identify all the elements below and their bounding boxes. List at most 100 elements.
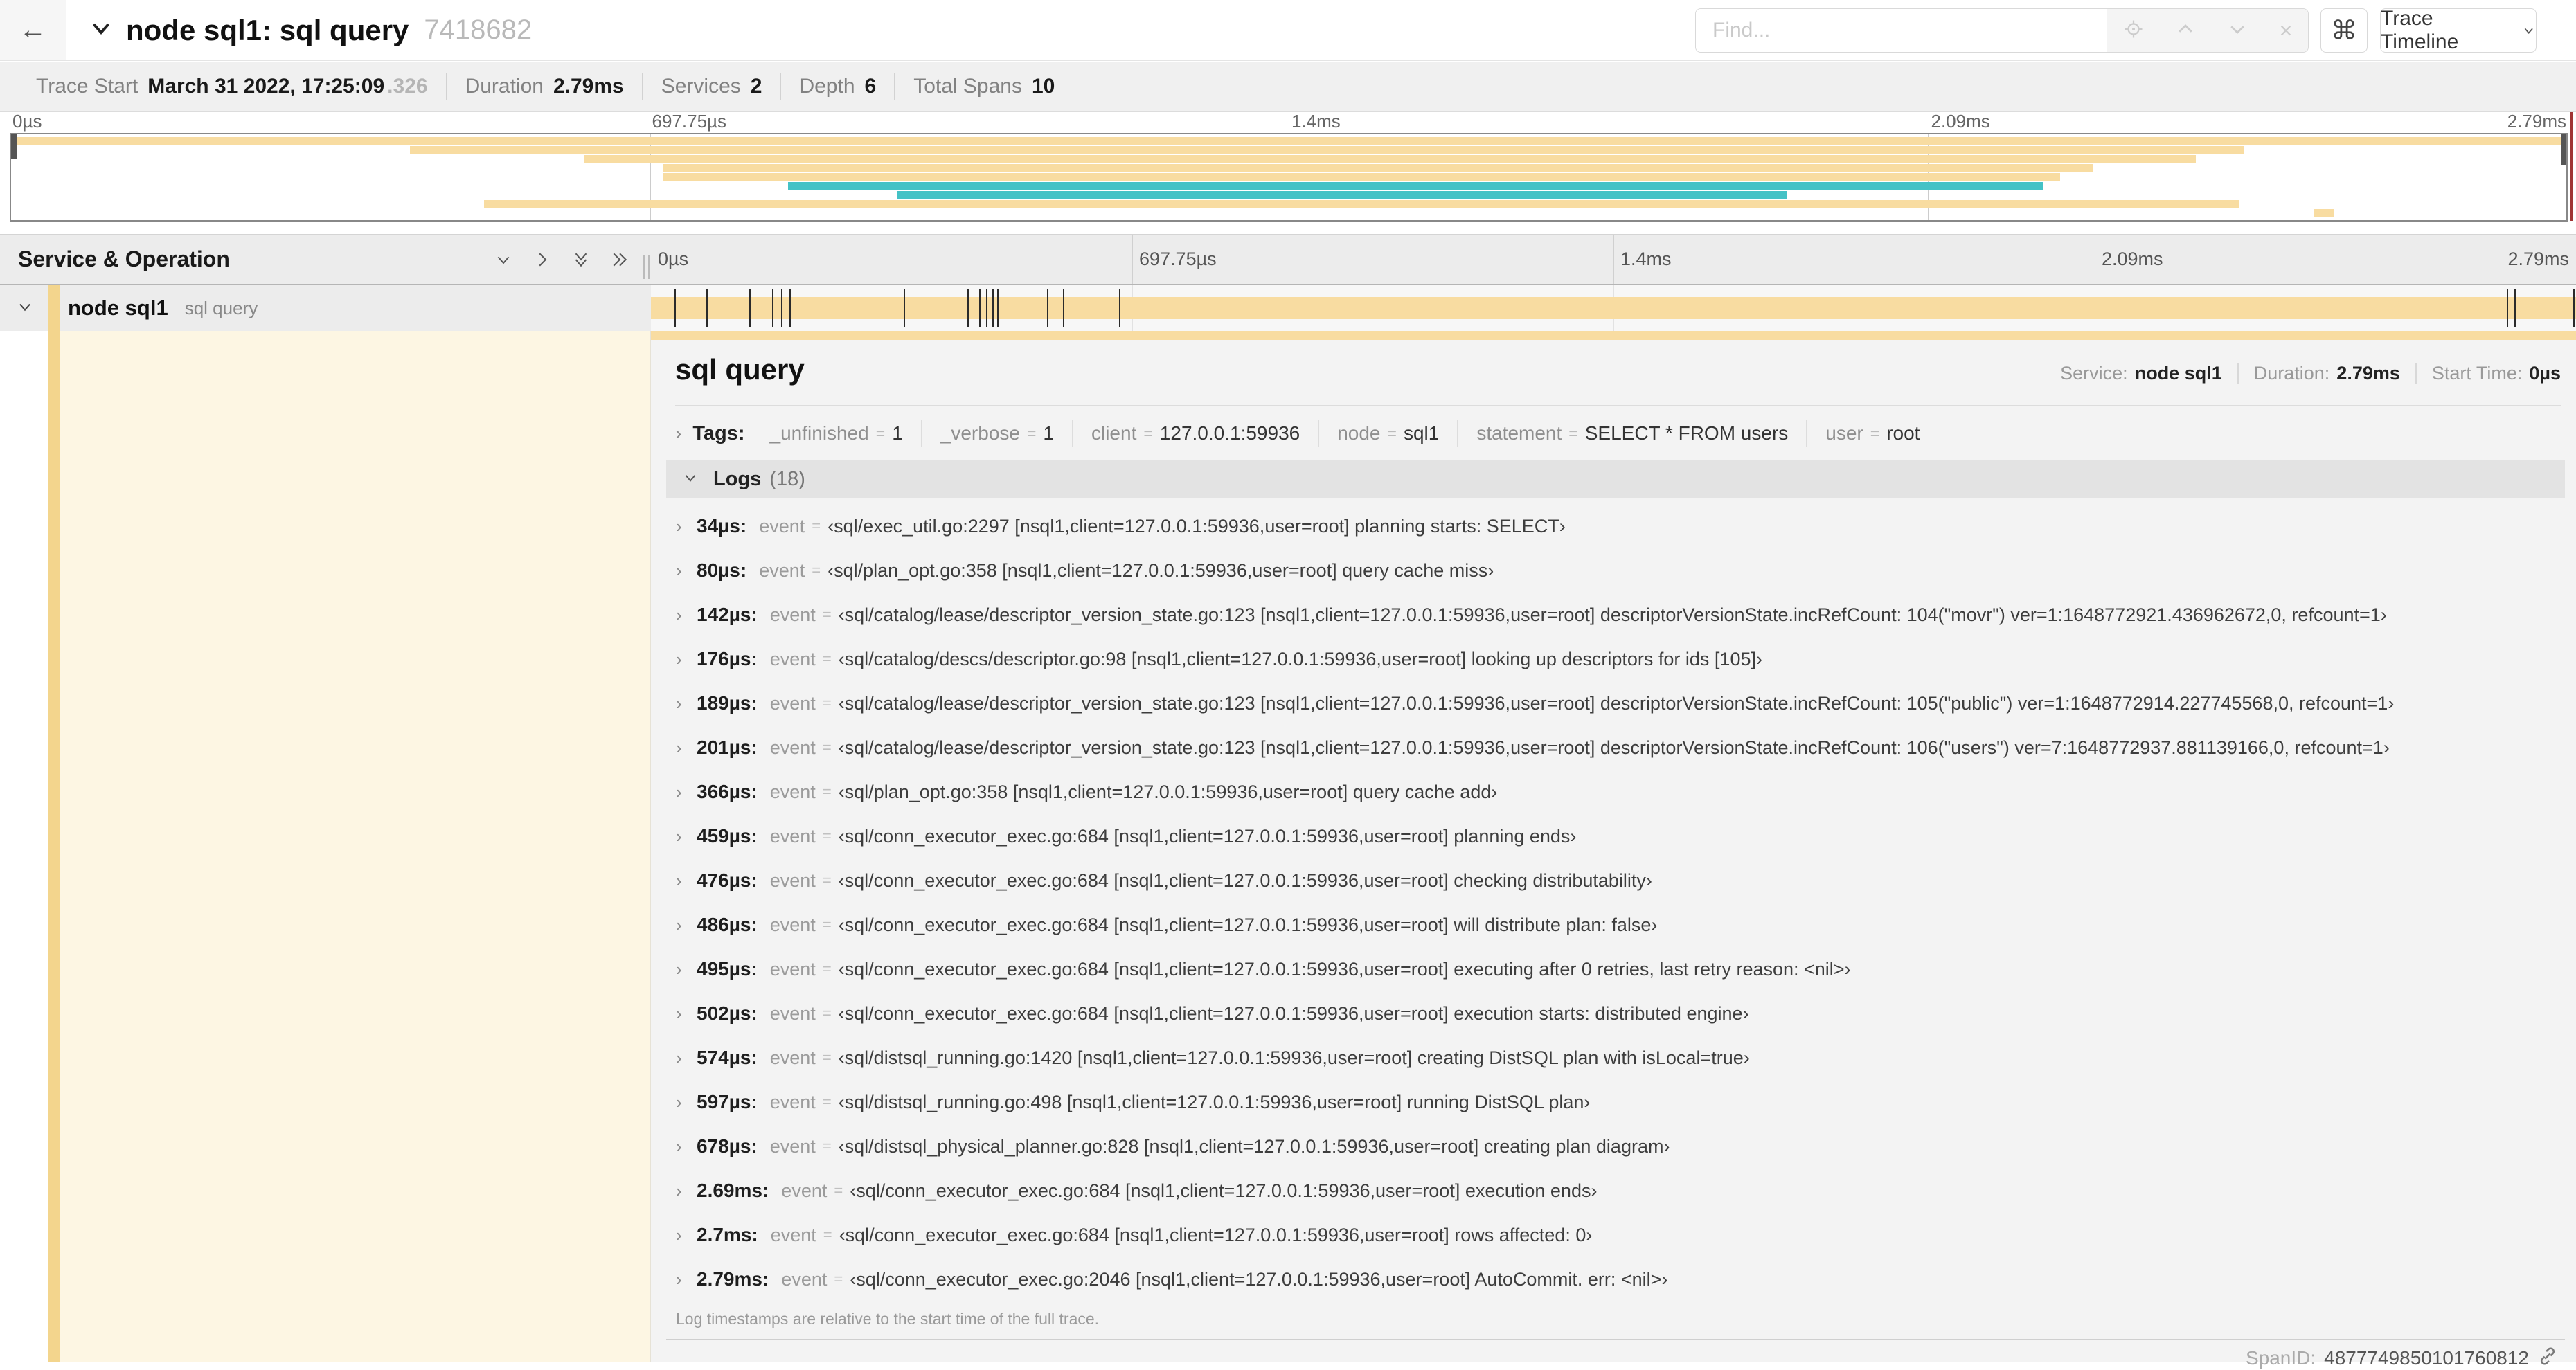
equals-sign: = — [822, 916, 832, 933]
collapse-all-icon[interactable] — [571, 249, 591, 270]
logs-collapse-chevron-icon[interactable] — [666, 469, 713, 490]
log-expand-chevron-icon[interactable]: › — [666, 870, 697, 892]
log-entry-row[interactable]: › 34µs: event = ‹sql/exec_util.go:2297 [nsql… — [666, 504, 2565, 548]
log-expand-chevron-icon[interactable]: › — [666, 560, 697, 582]
minimap-span-bar — [409, 146, 2245, 154]
equals-sign: = — [1568, 424, 1578, 442]
trace-id: 7418682 — [424, 15, 533, 45]
minimap-span-bar — [662, 173, 2061, 181]
log-entry-row[interactable]: › 502µs: event = ‹sql/conn_executor_exec.go:… — [666, 991, 2565, 1036]
minimap-span-bar — [897, 191, 1787, 199]
minimap-right-scrubber[interactable] — [2561, 134, 2566, 165]
span-collapse-chevron-icon[interactable] — [15, 297, 43, 320]
log-expand-chevron-icon[interactable]: › — [666, 1180, 697, 1202]
log-entry-row[interactable]: › 201µs: event = ‹sql/catalog/lease/descript… — [666, 725, 2565, 770]
expand-one-icon[interactable] — [532, 249, 553, 270]
find-prev-icon[interactable] — [2175, 19, 2196, 43]
log-expand-chevron-icon[interactable]: › — [666, 959, 697, 980]
deep-link-icon[interactable] — [2537, 1346, 2558, 1370]
tag-value: 1 — [892, 422, 903, 444]
log-expand-chevron-icon[interactable]: › — [666, 1225, 697, 1246]
top-header: ← node sql1: sql query 7418682 × ⌘ Trace… — [0, 0, 2576, 61]
log-entry-row[interactable]: › 80µs: event = ‹sql/plan_opt.go:358 [nsql1,… — [666, 548, 2565, 593]
span-operation-name: sql query — [184, 297, 258, 318]
expand-all-icon[interactable] — [609, 249, 630, 270]
locate-icon[interactable] — [2123, 19, 2144, 43]
log-field-name: event — [769, 648, 816, 669]
span-row-bar-cell[interactable] — [651, 285, 2576, 331]
trace-end-marker — [2570, 112, 2573, 221]
tag-key: user — [1825, 422, 1863, 444]
log-entry-row[interactable]: › 476µs: event = ‹sql/conn_executor_exec.go:… — [666, 858, 2565, 903]
column-resizer-handle[interactable] — [643, 255, 650, 279]
span-duration-bar[interactable] — [651, 297, 2576, 319]
log-expand-chevron-icon[interactable]: › — [666, 693, 697, 714]
logs-section-header[interactable]: Logs (18) — [666, 460, 2565, 498]
log-expand-chevron-icon[interactable]: › — [666, 604, 697, 626]
log-entry-row[interactable]: › 574µs: event = ‹sql/distsql_running.go:142… — [666, 1036, 2565, 1080]
log-entry-row[interactable]: › 2.79ms: event = ‹sql/conn_executor_exec.go… — [666, 1257, 2565, 1301]
log-entry-row[interactable]: › 597µs: event = ‹sql/distsql_running.go:498… — [666, 1080, 2565, 1124]
log-timestamp: 80µs: — [697, 559, 747, 581]
equals-sign: = — [834, 1270, 843, 1288]
log-expand-chevron-icon[interactable]: › — [666, 782, 697, 803]
summary-item: Trace Start March 31 2022, 17:25:09.326 — [18, 73, 446, 100]
log-tick-mark — [2514, 289, 2516, 327]
log-expand-chevron-icon[interactable]: › — [666, 516, 697, 537]
log-expand-chevron-icon[interactable]: › — [666, 1136, 697, 1157]
log-entry-row[interactable]: › 189µs: event = ‹sql/catalog/lease/descript… — [666, 681, 2565, 725]
tags-expand-chevron-icon[interactable]: › — [675, 422, 681, 444]
timeline-minimap[interactable] — [10, 133, 2568, 222]
collapse-one-icon[interactable] — [493, 249, 514, 270]
log-expand-chevron-icon[interactable]: › — [666, 1003, 697, 1025]
log-tick-mark — [986, 289, 988, 327]
find-next-icon[interactable] — [2227, 19, 2248, 43]
log-tick-mark — [992, 289, 994, 327]
find-input[interactable] — [1696, 9, 2107, 52]
log-entry-row[interactable]: › 678µs: event = ‹sql/distsql_physical_plann… — [666, 1124, 2565, 1169]
log-timestamp: 459µs: — [697, 825, 758, 847]
log-entry-row[interactable]: › 176µs: event = ‹sql/catalog/descs/descript… — [666, 637, 2565, 681]
log-event-value: ‹sql/distsql_running.go:1420 [nsql1,clie… — [838, 1047, 1750, 1068]
summary-item-label: Total Spans — [913, 75, 1022, 98]
equals-sign: = — [875, 424, 886, 442]
log-entry-row[interactable]: › 2.69ms: event = ‹sql/conn_executor_exec.go… — [666, 1169, 2565, 1213]
tag-value: root — [1886, 422, 1920, 444]
log-expand-chevron-icon[interactable]: › — [666, 914, 697, 936]
service-value: node sql1 — [2134, 363, 2222, 384]
find-clear-icon[interactable]: × — [2280, 18, 2293, 44]
tags-row[interactable]: › Tags: _unfinished = 1 _verbose = 1 client = 12… — [675, 415, 2561, 451]
equals-sign: = — [834, 1182, 843, 1199]
equals-sign: = — [822, 1004, 832, 1022]
detail-left-highlight-column — [60, 331, 651, 1362]
log-entry-row[interactable]: › 2.7ms: event = ‹sql/conn_executor_exec.go:… — [666, 1213, 2565, 1257]
log-field-name: event — [769, 1047, 816, 1068]
log-expand-chevron-icon[interactable]: › — [666, 826, 697, 847]
log-entry-row[interactable]: › 142µs: event = ‹sql/catalog/lease/descript… — [666, 593, 2565, 637]
log-event-value: ‹sql/catalog/lease/descriptor_version_st… — [838, 604, 2387, 625]
view-selector-button[interactable]: Trace Timeline — [2380, 7, 2537, 53]
trace-collapse-chevron-icon[interactable] — [89, 16, 114, 44]
log-expand-chevron-icon[interactable]: › — [666, 1269, 697, 1290]
back-button[interactable]: ← — [0, 0, 66, 60]
log-entry-row[interactable]: › 495µs: event = ‹sql/conn_executor_exec.go:… — [666, 947, 2565, 991]
log-entry-row[interactable]: › 459µs: event = ‹sql/conn_executor_exec.go:… — [666, 814, 2565, 858]
span-row-name-cell[interactable]: node sql1 sql query — [0, 285, 651, 331]
log-expand-chevron-icon[interactable]: › — [666, 1092, 697, 1113]
log-entry-row[interactable]: › 366µs: event = ‹sql/plan_opt.go:358 [nsql1… — [666, 770, 2565, 814]
log-timestamp: 502µs: — [697, 1002, 758, 1024]
keyboard-shortcuts-button[interactable]: ⌘ — [2320, 8, 2368, 53]
tag-value: SELECT * FROM users — [1584, 422, 1789, 444]
ruler-gridline — [1613, 235, 1614, 284]
log-expand-chevron-icon[interactable]: › — [666, 649, 697, 670]
tag-key: _verbose — [940, 422, 1020, 444]
log-field-name: event — [759, 515, 805, 537]
span-id-label: SpanID: — [2245, 1346, 2316, 1369]
log-expand-chevron-icon[interactable]: › — [666, 737, 697, 759]
log-entry-row[interactable]: › 486µs: event = ‹sql/conn_executor_exec.go:… — [666, 903, 2565, 947]
span-id-row: SpanID: 4877749850101760812 — [2246, 1346, 2558, 1370]
log-expand-chevron-icon[interactable]: › — [666, 1047, 697, 1069]
minimap-left-scrubber[interactable] — [11, 134, 17, 159]
summary-item-suffix: .326 — [387, 75, 428, 98]
summary-item-value: 2.79ms — [553, 75, 624, 98]
